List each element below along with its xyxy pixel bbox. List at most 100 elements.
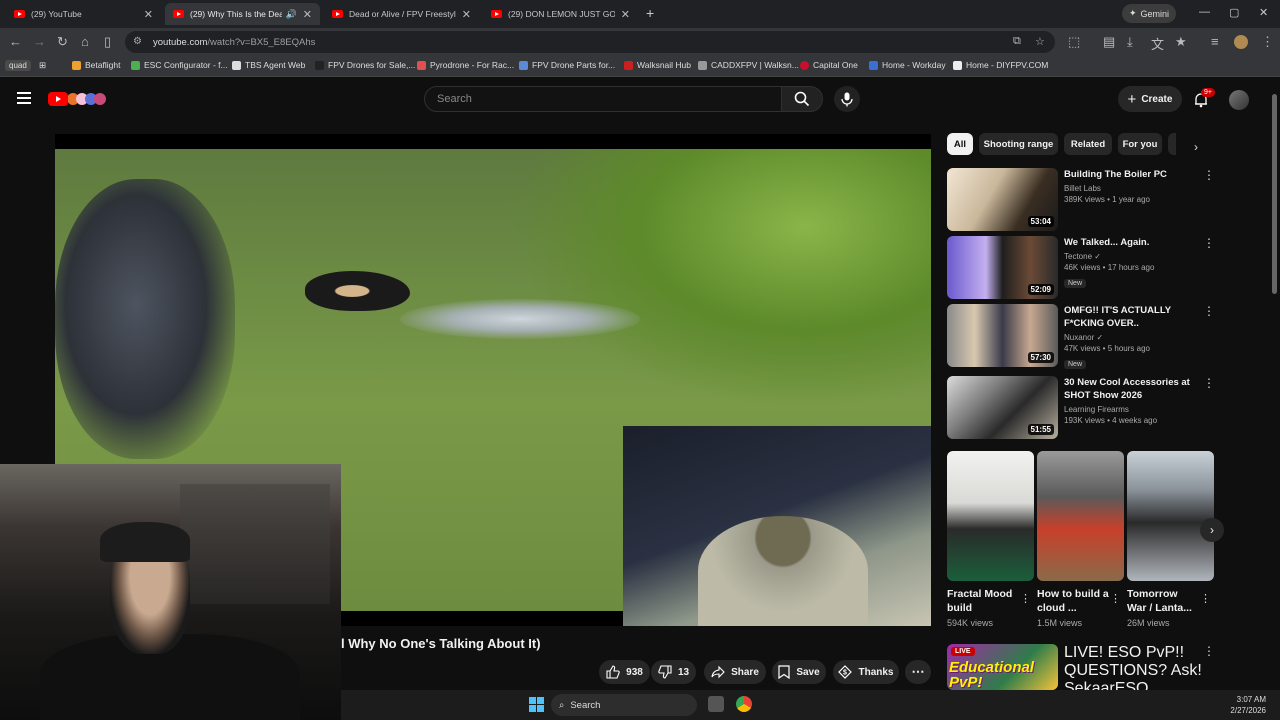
short-thumbnail[interactable] <box>1037 451 1124 581</box>
more-actions-button[interactable]: ⋯ <box>905 660 931 684</box>
forward-icon[interactable]: → <box>33 34 46 49</box>
bookmark-item[interactable]: Capital One <box>800 60 858 70</box>
kebab-menu-icon[interactable]: ⋮ <box>1203 644 1215 658</box>
recommendation-title[interactable]: OMFG!! IT'S ACTUALLY F*CKING OVER.. <box>1064 304 1204 330</box>
chip-overflow[interactable] <box>1168 133 1176 155</box>
side-panel-icon[interactable]: ▯ <box>104 34 111 50</box>
bookmark-item[interactable]: TBS Agent Web <box>232 60 305 70</box>
chip-all[interactable]: All <box>947 133 973 155</box>
short-title[interactable]: Fractal Mood build <box>947 587 1019 615</box>
short-thumbnail[interactable] <box>947 451 1034 581</box>
like-button[interactable]: 938 <box>599 660 650 684</box>
recommendation-item[interactable]: 53:04 Building The Boiler PC Billet Labs… <box>947 168 1215 232</box>
taskbar-clock[interactable]: 3:07 AM 2/27/2026 <box>1230 694 1266 716</box>
maximize-icon[interactable]: ▢ <box>1229 6 1239 19</box>
bookmark-item[interactable]: CADDXFPV | Walksn... <box>698 60 799 70</box>
profile-avatar[interactable] <box>1234 35 1248 49</box>
apps-grid-icon[interactable]: ⊞ <box>39 60 46 71</box>
video-thumbnail[interactable]: 52:09 <box>947 236 1058 299</box>
translate-icon[interactable]: 文 <box>1151 34 1164 53</box>
bookmark-folder[interactable]: quad <box>5 60 31 71</box>
bookmark-item[interactable]: FPV Drones for Sale,... <box>315 60 415 70</box>
reading-list-icon[interactable]: ≡ <box>1211 34 1219 49</box>
kebab-menu-icon[interactable]: ⋮ <box>1200 592 1211 605</box>
browser-tab[interactable]: (29) YouTube ✕ <box>6 3 161 25</box>
close-window-icon[interactable]: ✕ <box>1259 6 1268 19</box>
short-item[interactable]: Fractal Mood build 594K views ⋮ <box>947 451 1034 628</box>
close-tab-icon[interactable]: ✕ <box>621 8 630 21</box>
page-scrollbar[interactable] <box>1268 78 1280 698</box>
chip-related[interactable]: Related <box>1064 133 1112 155</box>
channel-name[interactable]: Nuxanor ✓ <box>1064 333 1204 342</box>
back-icon[interactable]: ← <box>9 34 22 49</box>
minimize-icon[interactable]: — <box>1199 6 1210 18</box>
chrome-icon[interactable] <box>736 696 752 712</box>
short-title[interactable]: How to build a cloud ... <box>1037 587 1109 615</box>
chip-for-you[interactable]: For you <box>1118 133 1162 155</box>
short-thumbnail[interactable] <box>1127 451 1214 581</box>
bookmark-item[interactable]: FPV Drone Parts for... <box>519 60 615 70</box>
browser-menu-icon[interactable]: ⋮ <box>1261 34 1274 50</box>
bookmark-item[interactable]: Pyrodrone - For Rac... <box>417 60 514 70</box>
download-icon[interactable]: ⤓ <box>1127 34 1133 50</box>
taskbar-search[interactable]: ⌕ Search <box>551 694 697 716</box>
recommendation-title[interactable]: We Talked... Again. <box>1064 236 1204 249</box>
extensions-icon[interactable]: ⬚ <box>1068 34 1080 50</box>
account-avatar[interactable] <box>1229 90 1249 110</box>
kebab-menu-icon[interactable]: ⋮ <box>1020 592 1031 605</box>
recommendation-title[interactable]: LIVE! ESO PvP!! QUESTIONS? Ask! <box>1064 644 1204 680</box>
recommendation-item[interactable]: 52:09 We Talked... Again. Tectone ✓ 46K … <box>947 236 1215 300</box>
bookmarks-icon[interactable]: ★ <box>1175 34 1187 50</box>
chip-shooting-range[interactable]: Shooting range <box>979 133 1058 155</box>
hamburger-icon[interactable] <box>17 92 31 104</box>
reload-icon[interactable]: ↻ <box>57 34 68 50</box>
bookmark-star-icon[interactable]: ☆ <box>1035 35 1045 48</box>
video-thumbnail[interactable]: 51:55 <box>947 376 1058 439</box>
recommendation-item[interactable]: 57:30 OMFG!! IT'S ACTUALLY F*CKING OVER.… <box>947 304 1215 369</box>
task-view-icon[interactable] <box>708 696 724 712</box>
browser-tab-active[interactable]: (29) Why This Is the Deadlie 🔊 ✕ <box>165 3 320 25</box>
short-item[interactable]: How to build a cloud ... 1.5M views ⋮ <box>1037 451 1124 628</box>
close-tab-icon[interactable]: ✕ <box>303 8 312 21</box>
youtube-logo[interactable] <box>48 91 114 106</box>
media-icon[interactable]: ▤ <box>1103 34 1115 50</box>
install-app-icon[interactable]: ⧉ <box>1013 35 1021 48</box>
speaker-icon[interactable]: 🔊 <box>286 9 297 20</box>
windows-start-icon[interactable] <box>529 697 544 712</box>
voice-search-button[interactable] <box>834 86 860 112</box>
close-tab-icon[interactable]: ✕ <box>462 8 471 21</box>
kebab-menu-icon[interactable]: ⋮ <box>1203 304 1215 318</box>
shorts-next-button[interactable]: › <box>1200 518 1224 542</box>
recommendation-title[interactable]: 30 New Cool Accessories at SHOT Show 202… <box>1064 376 1204 402</box>
short-item[interactable]: Tomorrow War / Lanta... 26M views ⋮ <box>1127 451 1214 628</box>
browser-tab[interactable]: Dead or Alive / FPV Freestyle - ✕ <box>324 3 479 25</box>
recommendation-item-live[interactable]: LIVE Educational PvP! LIVE! ESO PvP!! QU… <box>947 644 1215 697</box>
kebab-menu-icon[interactable]: ⋮ <box>1203 168 1215 182</box>
short-title[interactable]: Tomorrow War / Lanta... <box>1127 587 1199 615</box>
new-tab-button[interactable]: + <box>646 5 654 21</box>
recommendation-title[interactable]: Building The Boiler PC <box>1064 168 1204 181</box>
channel-name[interactable]: Learning Firearms <box>1064 405 1204 414</box>
video-thumbnail[interactable]: LIVE Educational PvP! <box>947 644 1058 690</box>
kebab-menu-icon[interactable]: ⋮ <box>1203 376 1215 390</box>
home-icon[interactable]: ⌂ <box>81 34 89 49</box>
bookmark-item[interactable]: Home - Workday <box>869 60 946 70</box>
share-button[interactable]: Share <box>704 660 766 684</box>
kebab-menu-icon[interactable]: ⋮ <box>1203 236 1215 250</box>
browser-tab[interactable]: (29) DON LEMON JUST GOT M ✕ <box>483 3 638 25</box>
recommendation-item[interactable]: 51:55 30 New Cool Accessories at SHOT Sh… <box>947 376 1215 440</box>
close-tab-icon[interactable]: ✕ <box>144 8 153 21</box>
bookmark-item[interactable]: Walksnail Hub <box>624 60 691 70</box>
bookmark-item[interactable]: Home - DIYFPV.COM <box>953 60 1048 70</box>
channel-name[interactable]: Billet Labs <box>1064 184 1204 193</box>
bookmark-item[interactable]: Betaflight <box>72 60 120 70</box>
video-thumbnail[interactable]: 53:04 <box>947 168 1058 231</box>
create-button[interactable]: + Create <box>1118 86 1182 112</box>
dislike-button[interactable]: 13 <box>651 660 696 684</box>
scrollbar-thumb[interactable] <box>1272 94 1277 294</box>
thanks-button[interactable]: $ Thanks <box>833 660 899 684</box>
kebab-menu-icon[interactable]: ⋮ <box>1110 592 1121 605</box>
search-button[interactable] <box>781 86 823 112</box>
address-bar[interactable]: ⚙ youtube.com/watch?v=BX5_E8EQAhs ⧉ ☆ <box>125 31 1055 53</box>
video-thumbnail[interactable]: 57:30 <box>947 304 1058 367</box>
